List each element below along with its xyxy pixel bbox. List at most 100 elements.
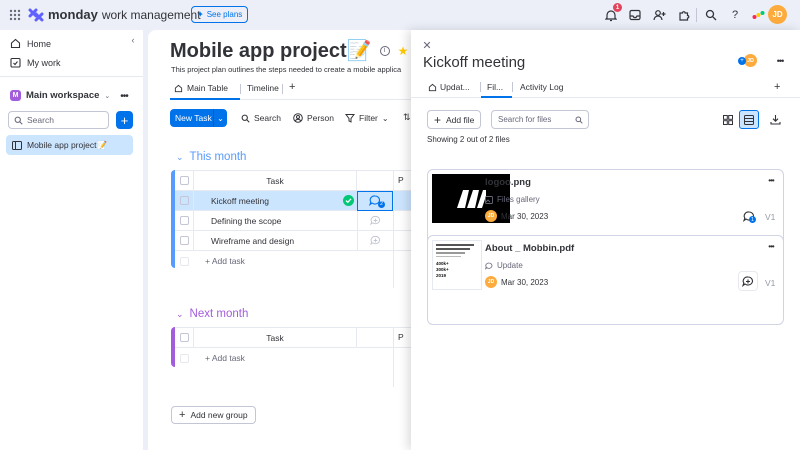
person-icon: [293, 113, 303, 123]
close-icon[interactable]: ✕: [422, 40, 432, 52]
updates-icon[interactable]: 2: [357, 190, 393, 211]
files-search-input[interactable]: Search for files: [491, 110, 589, 129]
add-update-icon[interactable]: [357, 210, 393, 231]
chevron-down-icon: ⌄: [176, 308, 184, 319]
collapse-sidebar-icon[interactable]: ‹: [127, 34, 139, 46]
info-icon[interactable]: i: [379, 45, 390, 56]
row-checkbox[interactable]: [175, 196, 193, 205]
file-thumbnail-pdf[interactable]: 400k+ 300k+ 2019: [432, 240, 482, 290]
apps-grid-icon[interactable]: [9, 9, 21, 21]
user-avatar[interactable]: JD: [768, 5, 787, 24]
person-filter-button[interactable]: Person: [293, 113, 334, 123]
group-header-this-month[interactable]: ⌄ This month: [176, 151, 246, 163]
sidebar-item-my-work[interactable]: My work: [10, 57, 61, 68]
table-row[interactable]: Wireframe and design: [175, 230, 411, 251]
tab-main-table[interactable]: Main Table: [174, 83, 228, 93]
sidebar-item-board[interactable]: Mobile app project📝: [6, 135, 133, 155]
tab-activity-log[interactable]: Activity Log: [520, 76, 563, 98]
download-icon[interactable]: [768, 112, 782, 126]
files-count-text: Showing 2 out of 2 files: [427, 135, 510, 144]
select-all-checkbox[interactable]: [175, 176, 193, 185]
file-version[interactable]: V1: [765, 278, 775, 288]
file-more-icon[interactable]: •••: [764, 176, 778, 185]
monday-apps-icon[interactable]: [751, 8, 765, 22]
sidebar-item-label: Home: [27, 38, 52, 49]
uploader-avatar: JD: [485, 210, 497, 222]
brand-logo[interactable]: monday work management: [28, 7, 201, 22]
new-task-button[interactable]: New Task ⌄: [170, 109, 227, 127]
file-name[interactable]: logoo.png: [485, 177, 531, 188]
tab-files[interactable]: Fil...: [487, 76, 503, 98]
sort-icon[interactable]: ⇅: [403, 112, 411, 124]
add-task-label[interactable]: + Add task: [193, 353, 245, 363]
workspace-name: Main workspace: [26, 90, 100, 101]
update-bubble-icon: [485, 262, 493, 270]
column-header-task[interactable]: Task: [193, 170, 357, 191]
tab-label: Main Table: [187, 83, 228, 93]
page-title[interactable]: Mobile app project📝: [170, 38, 372, 63]
filter-button[interactable]: Filter ⌄: [345, 113, 389, 123]
group-header-next-month[interactable]: ⌄ Next month: [176, 308, 248, 320]
workspace-selector[interactable]: M Main workspace ⌄: [10, 90, 110, 101]
panel-title[interactable]: Kickoff meeting: [423, 54, 525, 71]
board-description: This project plan outlines the steps nee…: [171, 65, 402, 74]
add-task-row[interactable]: + Add task: [175, 251, 411, 271]
invite-members-icon[interactable]: [652, 8, 666, 22]
chevron-down-icon: ⌄: [176, 151, 184, 162]
group-table-this-month: Task Kickoff meeting 2 Defining the scop…: [171, 170, 411, 268]
help-icon[interactable]: ?: [728, 8, 742, 22]
add-subscriber-icon: +: [738, 56, 746, 65]
row-checkbox[interactable]: [175, 236, 193, 245]
inbox-icon[interactable]: [628, 8, 642, 22]
integrations-puzzle-icon[interactable]: [677, 8, 691, 22]
add-view-button[interactable]: +: [289, 81, 295, 93]
chevron-down-icon[interactable]: ⌄: [214, 114, 227, 123]
file-version[interactable]: V1: [765, 212, 775, 222]
search-button[interactable]: Search: [241, 113, 281, 123]
plus-icon: +: [434, 112, 442, 127]
row-checkbox[interactable]: [175, 216, 193, 225]
column-header-task[interactable]: Task: [193, 327, 357, 348]
add-update-icon[interactable]: [738, 271, 758, 291]
add-update-icon[interactable]: [357, 230, 393, 251]
add-task-label[interactable]: + Add task: [193, 256, 245, 266]
task-name[interactable]: Kickoff meeting: [193, 190, 339, 211]
list-view-icon[interactable]: [739, 110, 759, 129]
tab-updates[interactable]: Updat...: [428, 76, 470, 98]
active-tab-indicator: [170, 98, 240, 100]
search-icon: [14, 116, 23, 125]
panel-tabs: Updat... Fil... Activity Log +: [411, 76, 800, 98]
add-new-group-button[interactable]: + Add new group: [171, 406, 256, 424]
file-name[interactable]: About _ Mobbin.pdf: [485, 243, 574, 254]
task-name[interactable]: Wireframe and design: [193, 230, 357, 251]
file-more-icon[interactable]: •••: [764, 242, 778, 251]
see-plans-button[interactable]: ✦ See plans: [191, 6, 249, 23]
tab-timeline[interactable]: Timeline: [247, 83, 279, 93]
search-icon[interactable]: [704, 8, 718, 22]
brand-name: monday: [48, 7, 98, 22]
board-icon: [12, 140, 22, 150]
add-file-label: Add file: [446, 114, 475, 125]
table-row[interactable]: Kickoff meeting 2: [175, 190, 411, 211]
workspace-more-icon[interactable]: •••: [118, 90, 130, 102]
add-tab-button[interactable]: +: [774, 76, 780, 98]
chevron-down-icon: ⌄: [381, 113, 389, 123]
sidebar-add-button[interactable]: +: [116, 111, 133, 129]
file-source: Update: [485, 261, 523, 270]
gallery-icon: [485, 195, 493, 204]
add-task-row[interactable]: + Add task: [175, 348, 411, 368]
add-file-button[interactable]: + Add file: [427, 110, 482, 129]
file-updates-icon[interactable]: 1: [742, 209, 756, 223]
panel-subscribers[interactable]: + JD: [738, 54, 757, 67]
panel-more-icon[interactable]: •••: [773, 56, 787, 66]
file-card[interactable]: 400k+ 300k+ 2019 About _ Mobbin.pdf Upda…: [427, 235, 784, 325]
sidebar-item-home[interactable]: Home: [10, 38, 51, 49]
table-row[interactable]: Defining the scope: [175, 210, 411, 231]
task-name[interactable]: Defining the scope: [193, 210, 357, 231]
select-all-checkbox[interactable]: [175, 333, 193, 342]
tab-label: Updat...: [440, 82, 470, 92]
file-updates-badge: 1: [749, 216, 756, 223]
grid-view-icon[interactable]: [718, 110, 738, 129]
sidebar-search-input[interactable]: Search: [8, 111, 109, 129]
favorite-star-icon[interactable]: ★: [398, 44, 409, 58]
